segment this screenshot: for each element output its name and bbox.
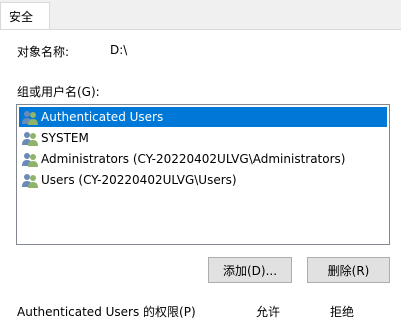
add-button[interactable]: 添加(D)... [208,257,292,283]
add-button-label: 添加(D)... [222,263,278,278]
list-item-label: Users (CY-20220402ULVG\Users) [41,173,237,187]
list-item-authenticated-users[interactable]: Authenticated Users [19,107,387,127]
list-item-administrators[interactable]: Administrators (CY-20220402ULVG\Administ… [19,149,387,169]
object-name-value: D:\ [110,43,128,57]
permissions-title: Authenticated Users 的权限(P) [17,305,196,319]
list-item-users[interactable]: Users (CY-20220402ULVG\Users) [19,170,387,190]
users-group-icon [22,174,38,188]
permissions-deny-header: 拒绝 [330,305,355,319]
list-item-label: Administrators (CY-20220402ULVG\Administ… [41,152,346,166]
users-group-icon [22,111,38,125]
tab-strip: 安全 [0,0,401,30]
list-item-system[interactable]: SYSTEM [19,128,387,148]
list-item-label: SYSTEM [41,131,89,145]
remove-button[interactable]: 删除(R) [307,257,390,283]
permissions-allow-header: 允许 [256,305,281,319]
users-group-icon [22,132,38,146]
remove-button-label: 删除(R) [327,263,370,278]
group-user-label: 组或用户名(G): [17,85,100,99]
list-item-label: Authenticated Users [41,110,164,124]
users-group-icon [22,153,38,167]
group-user-list[interactable]: Authenticated Users SYSTEM Administrator… [16,104,390,245]
tab-security[interactable]: 安全 [0,2,50,30]
object-name-label: 对象名称: [17,45,70,59]
tab-security-label: 安全 [9,10,34,24]
